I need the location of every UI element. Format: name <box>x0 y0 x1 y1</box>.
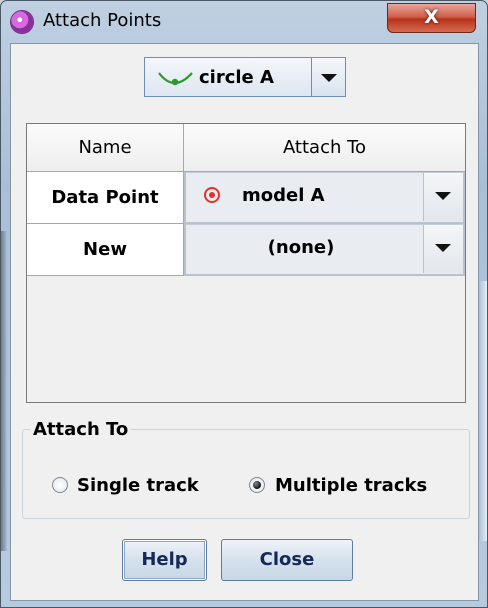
single-track-label[interactable]: Single track <box>77 475 199 496</box>
attach-to-combo-row-1[interactable]: model A <box>184 172 465 224</box>
dialog-window: Attach Points X circle A Name Attach To … <box>0 0 488 608</box>
attach-to-dropdown-button[interactable] <box>423 173 463 221</box>
chevron-down-icon <box>321 74 337 82</box>
target-icon <box>204 187 220 203</box>
window-edge-right <box>479 281 487 541</box>
attach-to-combo-row-2[interactable]: (none) <box>184 224 465 276</box>
attach-to-group-title: Attach To <box>30 419 132 440</box>
table-row-name-cell[interactable]: Data Point <box>27 172 184 224</box>
single-track-radio[interactable] <box>52 477 68 493</box>
window-edge <box>1 231 7 551</box>
app-logo-icon <box>11 11 33 33</box>
attach-to-value: (none) <box>267 237 335 258</box>
multiple-tracks-label[interactable]: Multiple tracks <box>275 475 427 496</box>
attach-to-value: model A <box>242 185 325 206</box>
chevron-down-icon <box>435 192 451 200</box>
multiple-tracks-radio[interactable] <box>249 477 265 493</box>
curve-icon <box>158 72 193 86</box>
column-header-attach-to[interactable]: Attach To <box>184 124 465 172</box>
title-bar[interactable]: Attach Points X <box>1 1 487 43</box>
close-button[interactable]: Close <box>221 539 353 581</box>
attach-to-dropdown-button[interactable] <box>423 225 463 273</box>
window-close-button[interactable]: X <box>387 3 476 33</box>
column-header-name[interactable]: Name <box>27 124 184 172</box>
table-row-name-cell[interactable]: New <box>27 224 184 276</box>
attach-points-table: Name Attach To Data Point model A New (n… <box>26 123 466 403</box>
chevron-down-icon <box>435 244 451 252</box>
window-title: Attach Points <box>43 10 162 31</box>
shape-selector-value: circle A <box>199 67 274 88</box>
close-icon: X <box>424 6 439 28</box>
help-button[interactable]: Help <box>122 539 207 581</box>
shape-selector-dropdown-button[interactable] <box>311 58 345 96</box>
attach-to-group <box>22 429 470 519</box>
shape-selector-combo[interactable]: circle A <box>144 57 346 97</box>
